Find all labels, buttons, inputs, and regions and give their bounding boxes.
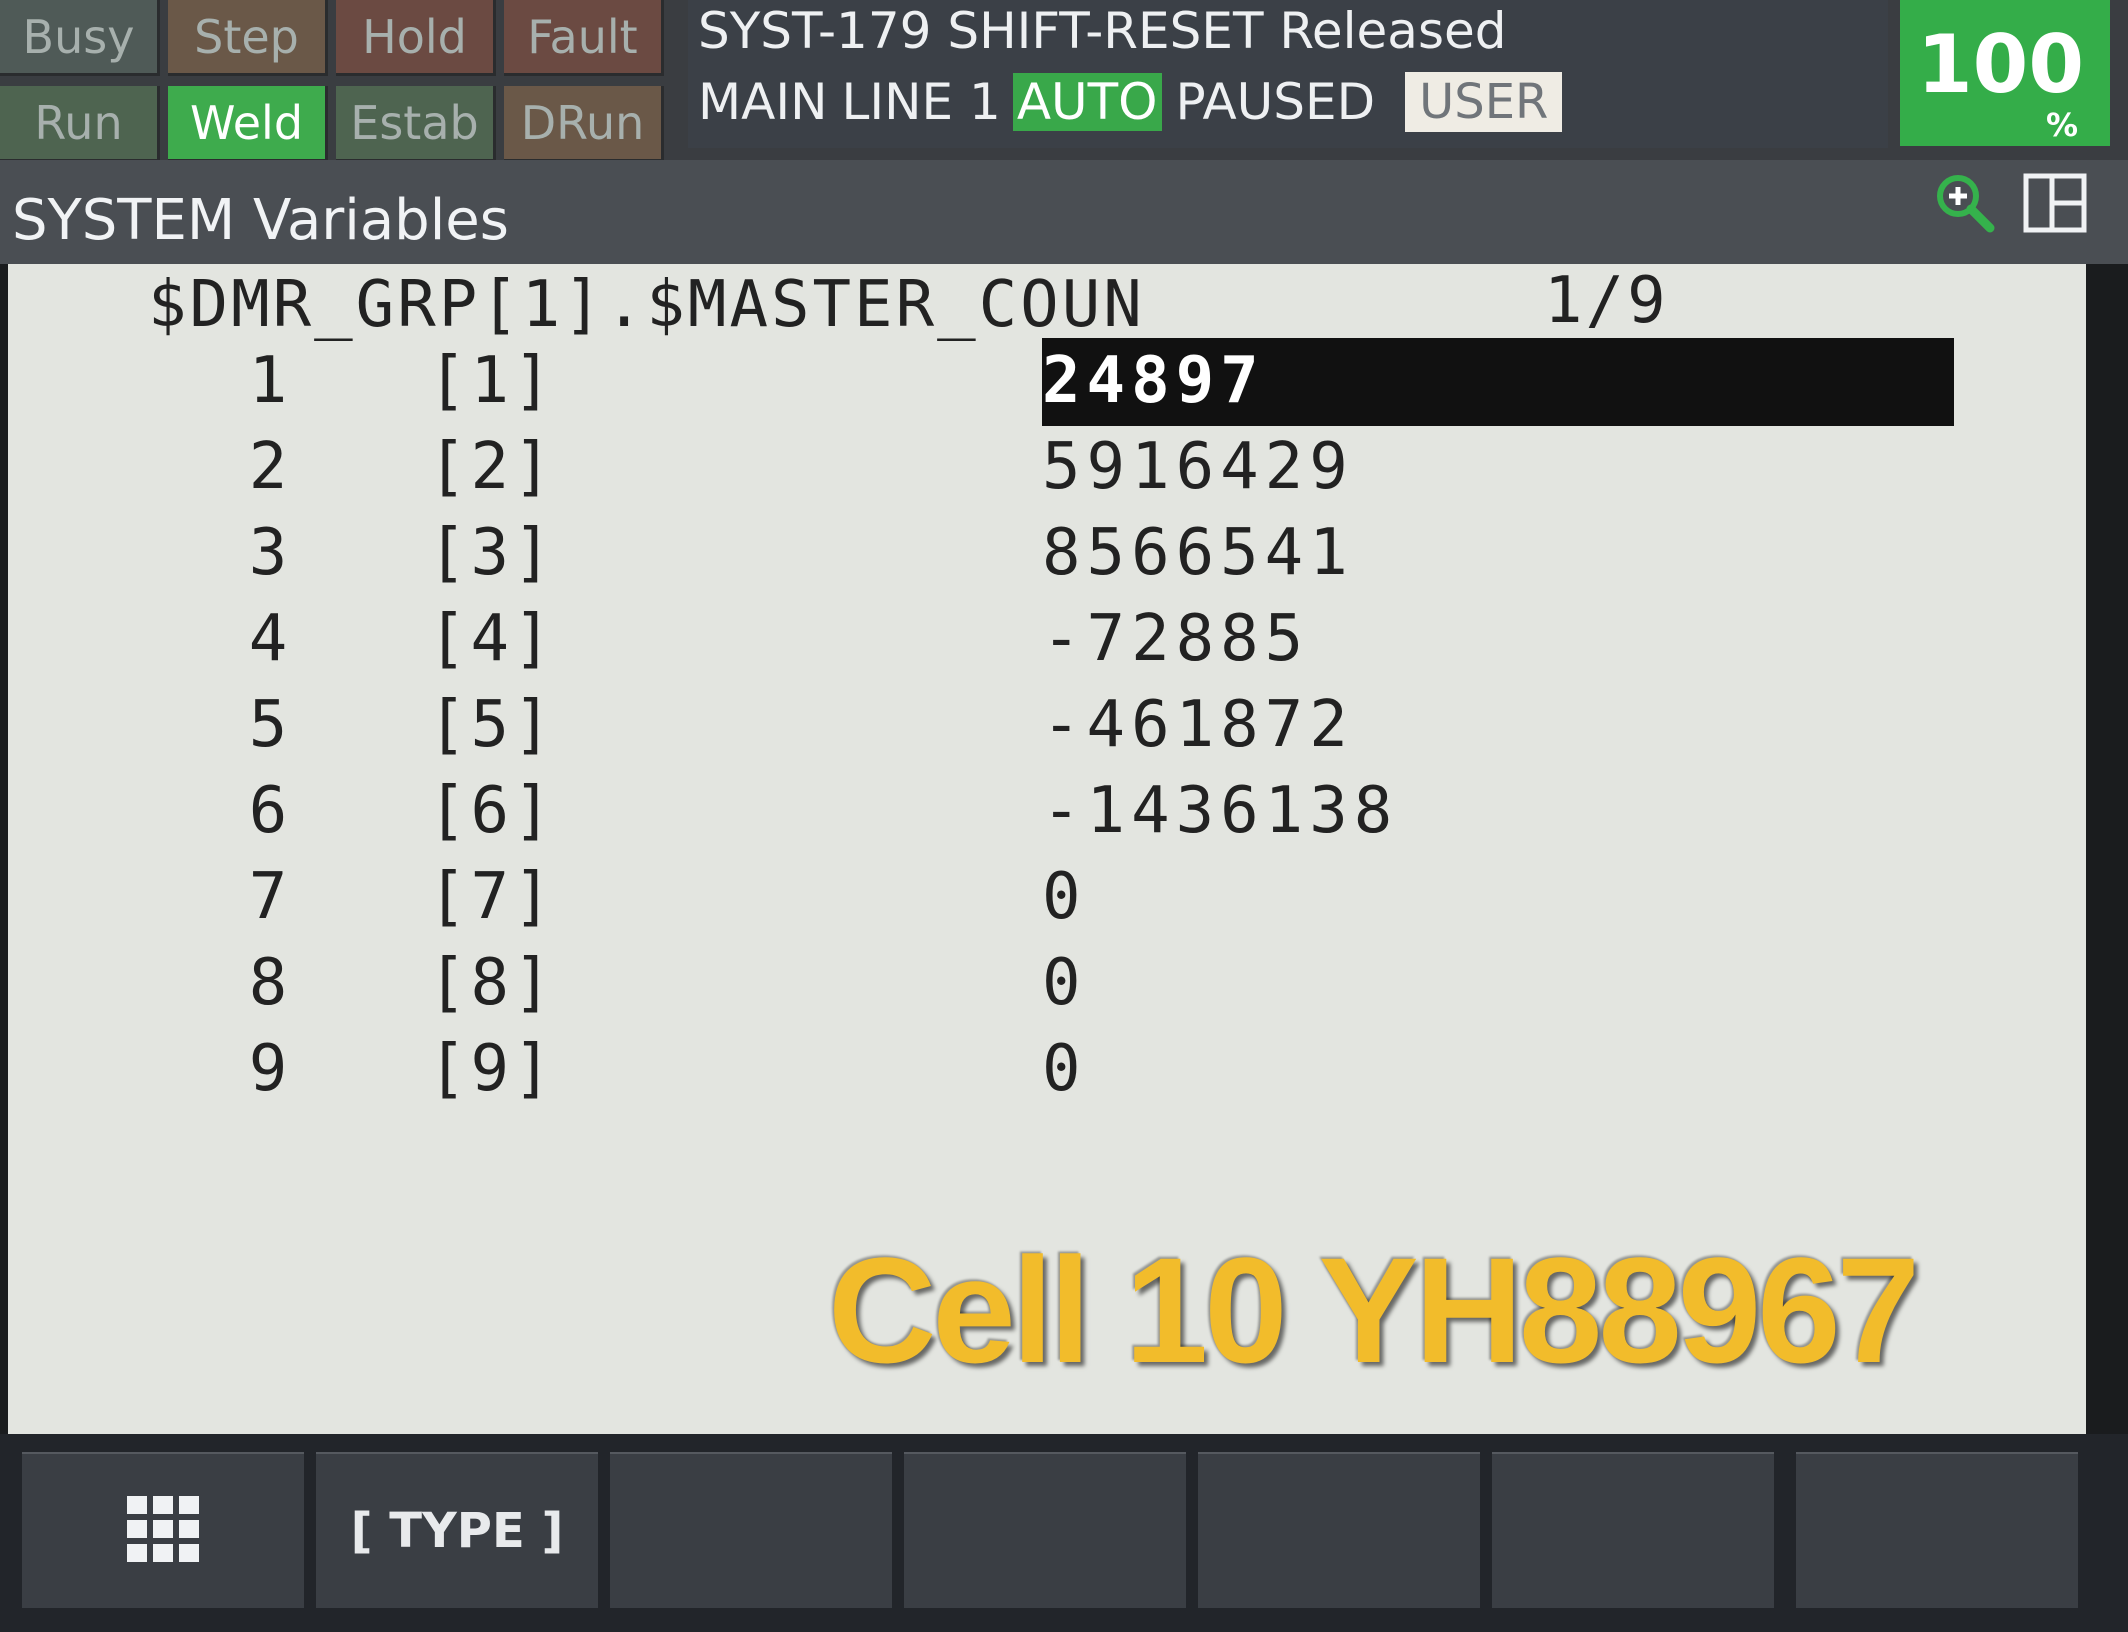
row-number: 2 bbox=[248, 430, 288, 504]
led-estab: Estab bbox=[336, 86, 496, 162]
table-row[interactable]: 9 [9] 0 bbox=[8, 1032, 2086, 1118]
led-run: Run bbox=[0, 86, 160, 162]
f4-key[interactable] bbox=[1198, 1452, 1480, 1608]
row-number: 7 bbox=[248, 860, 288, 934]
program-status-line: MAIN LINE 1 AUTO PAUSED USER bbox=[698, 72, 1563, 132]
led-hold: Hold bbox=[336, 0, 496, 76]
row-index: [7] bbox=[428, 860, 556, 934]
next-key[interactable] bbox=[1796, 1452, 2078, 1608]
table-row[interactable]: 1 [1] 24897 bbox=[8, 344, 2086, 430]
row-value[interactable]: -72885 bbox=[1042, 602, 1309, 676]
user-badge: USER bbox=[1405, 72, 1563, 132]
table-row[interactable]: 7 [7] 0 bbox=[8, 860, 2086, 946]
menu-key[interactable] bbox=[22, 1452, 304, 1608]
led-step: Step bbox=[168, 0, 328, 76]
f1-label: [ TYPE ] bbox=[350, 1503, 564, 1559]
row-index: [8] bbox=[428, 946, 556, 1020]
mode-badge: AUTO bbox=[1012, 73, 1162, 131]
table-row[interactable]: 3 [3] 8566541 bbox=[8, 516, 2086, 602]
f2-key[interactable] bbox=[610, 1452, 892, 1608]
row-value[interactable]: -1436138 bbox=[1042, 774, 1398, 848]
row-number: 9 bbox=[248, 1032, 288, 1106]
row-number: 8 bbox=[248, 946, 288, 1020]
row-value[interactable]: 0 bbox=[1042, 860, 1087, 934]
row-number: 6 bbox=[248, 774, 288, 848]
variable-name: $DMR_GRP[1].$MASTER_COUN bbox=[148, 268, 1145, 342]
row-value[interactable]: 0 bbox=[1042, 1032, 1087, 1106]
split-layout-icon[interactable] bbox=[2020, 168, 2090, 238]
row-index: [1] bbox=[428, 344, 556, 418]
row-index: [6] bbox=[428, 774, 556, 848]
row-value[interactable]: 24897 bbox=[1042, 344, 1265, 418]
overlay-caption: Cell 10 YH88967 bbox=[828, 1226, 1920, 1394]
table-row[interactable]: 4 [4] -72885 bbox=[8, 602, 2086, 688]
override-unit: % bbox=[2045, 106, 2078, 144]
row-index: [9] bbox=[428, 1032, 556, 1106]
f1-type-key[interactable]: [ TYPE ] bbox=[316, 1452, 598, 1608]
row-number: 4 bbox=[248, 602, 288, 676]
status-message-box: SYST-179 SHIFT-RESET Released MAIN LINE … bbox=[688, 0, 1888, 148]
led-fault: Fault bbox=[504, 0, 664, 76]
led-drun: DRun bbox=[504, 86, 664, 162]
table-row[interactable]: 5 [5] -461872 bbox=[8, 688, 2086, 774]
status-bar: Busy Step Hold Fault Run Weld Estab DRun… bbox=[0, 0, 2128, 162]
table-row[interactable]: 2 [2] 5916429 bbox=[8, 430, 2086, 516]
table-row[interactable]: 8 [8] 0 bbox=[8, 946, 2086, 1032]
execution-state: PAUSED bbox=[1175, 73, 1376, 131]
row-number: 5 bbox=[248, 688, 288, 762]
function-key-bar: [ TYPE ] bbox=[0, 1434, 2128, 1632]
speed-override[interactable]: 100 % bbox=[1900, 0, 2110, 146]
f3-key[interactable] bbox=[904, 1452, 1186, 1608]
f5-key[interactable] bbox=[1492, 1452, 1774, 1608]
grid-menu-icon bbox=[125, 1494, 201, 1568]
led-weld: Weld bbox=[168, 86, 328, 162]
page-title: SYSTEM Variables bbox=[12, 188, 509, 253]
row-index: [2] bbox=[428, 430, 556, 504]
row-number: 1 bbox=[248, 344, 288, 418]
row-index: [4] bbox=[428, 602, 556, 676]
alarm-message: SYST-179 SHIFT-RESET Released bbox=[698, 2, 1507, 60]
program-line: LINE 1 bbox=[841, 73, 1001, 131]
variable-list-panel: $DMR_GRP[1].$MASTER_COUN 1/9 1 [1] 24897… bbox=[8, 264, 2086, 1434]
row-value[interactable]: 5916429 bbox=[1042, 430, 1354, 504]
row-value[interactable]: 0 bbox=[1042, 946, 1087, 1020]
row-index: [5] bbox=[428, 688, 556, 762]
override-value: 100 bbox=[1917, 18, 2084, 111]
led-busy: Busy bbox=[0, 0, 160, 76]
table-row[interactable]: 6 [6] -1436138 bbox=[8, 774, 2086, 860]
row-value[interactable]: -461872 bbox=[1042, 688, 1354, 762]
zoom-in-icon[interactable] bbox=[1930, 168, 2000, 238]
row-index: [3] bbox=[428, 516, 556, 590]
row-number: 3 bbox=[248, 516, 288, 590]
title-bar: SYSTEM Variables bbox=[0, 160, 2128, 264]
page-indicator: 1/9 bbox=[1544, 264, 1669, 338]
program-name: MAIN bbox=[698, 73, 828, 131]
row-value[interactable]: 8566541 bbox=[1042, 516, 1354, 590]
